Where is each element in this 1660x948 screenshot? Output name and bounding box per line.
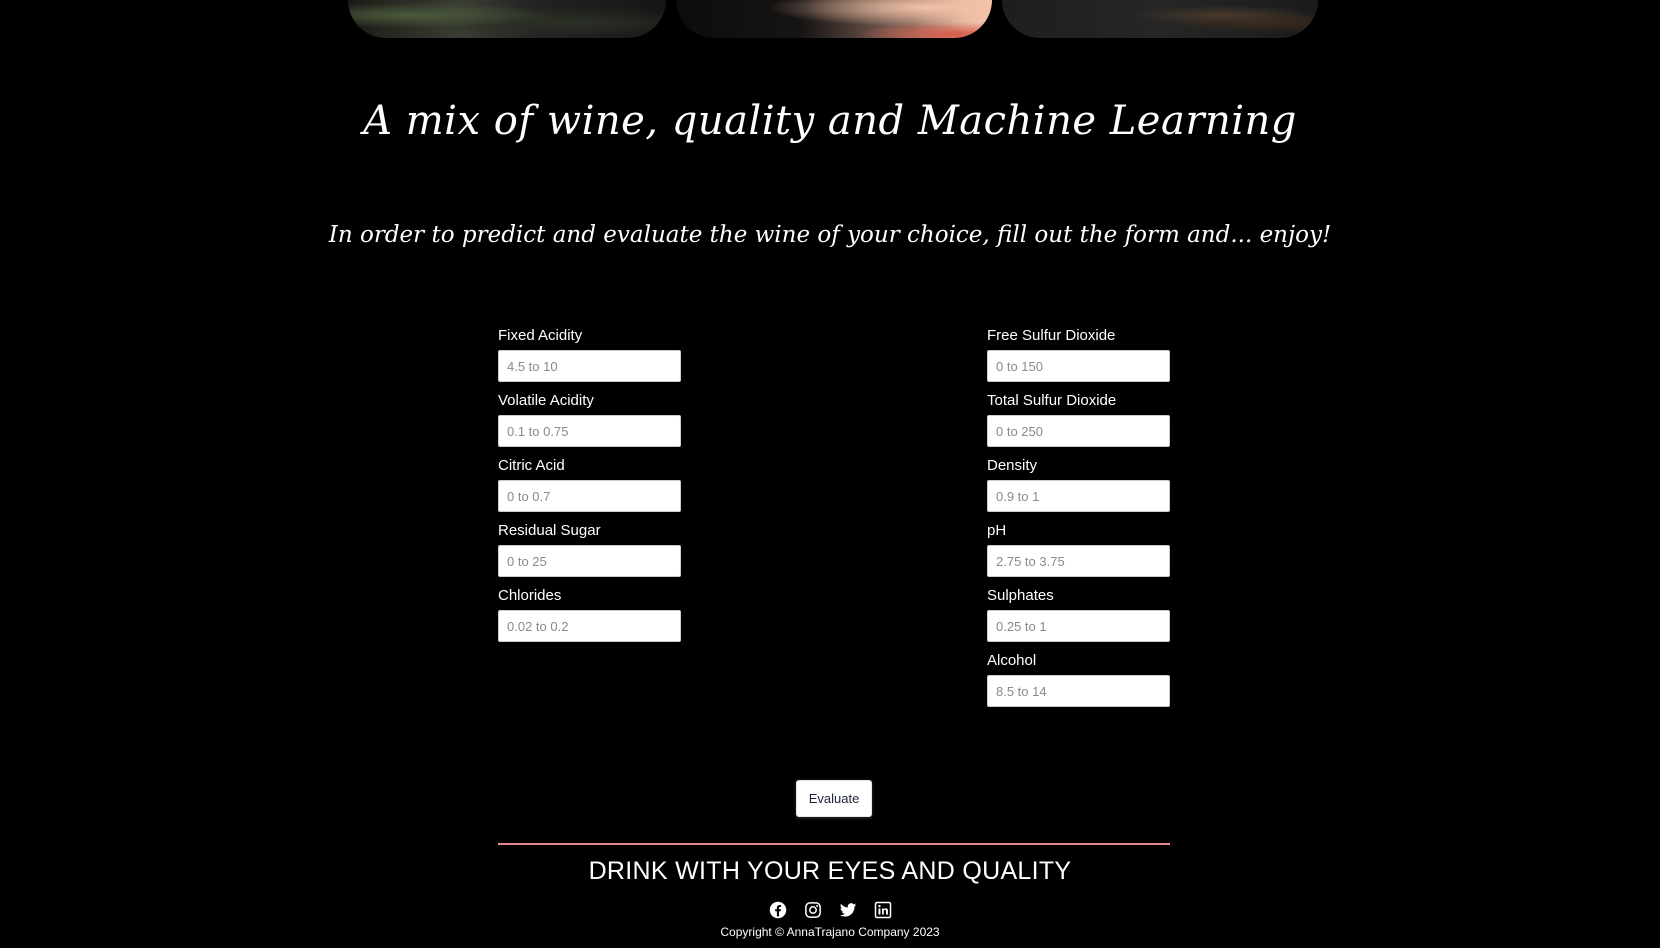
sulphates-input[interactable] [987,610,1170,642]
form-column-right: Free Sulfur Dioxide Total Sulfur Dioxide… [987,326,1171,716]
volatile-acidity-input[interactable] [498,415,681,447]
copyright-text: Copyright © AnnaTrajano Company 2023 [720,925,940,939]
field-chlorides: Chlorides [498,586,682,651]
field-residual-sugar: Residual Sugar [498,521,682,586]
field-fixed-acidity: Fixed Acidity [498,326,682,391]
field-label: Fixed Acidity [498,327,583,344]
field-label: Density [987,457,1038,474]
field-sulphates: Sulphates [987,586,1171,651]
footer-slogan: DRINK WITH YOUR EYES AND QUALITY [588,857,1072,885]
field-label: Citric Acid [498,457,565,474]
facebook-icon[interactable] [769,901,787,919]
field-citric-acid: Citric Acid [498,456,682,521]
linkedin-icon[interactable] [874,901,892,919]
density-input[interactable] [987,480,1170,512]
page: A mix of wine, quality and Machine Learn… [0,0,1660,948]
social-links [0,901,1660,919]
citric-acid-input[interactable] [498,480,681,512]
field-label: Sulphates [987,587,1054,604]
field-label: Chlorides [498,587,562,604]
gallery-image [1002,0,1318,38]
page-subtitle: In order to predict and evaluate the win… [328,222,1332,248]
field-alcohol: Alcohol [987,651,1171,716]
evaluate-button[interactable]: Evaluate [796,780,872,817]
field-label: Residual Sugar [498,522,601,539]
field-free-sulfur-dioxide: Free Sulfur Dioxide [987,326,1171,391]
field-label: Total Sulfur Dioxide [987,392,1117,409]
alcohol-input[interactable] [987,675,1170,707]
gallery-image [676,0,992,38]
total-sulfur-dioxide-input[interactable] [987,415,1170,447]
field-volatile-acidity: Volatile Acidity [498,391,682,456]
field-label: Alcohol [987,652,1037,669]
wine-gallery [348,0,1318,38]
field-label: Free Sulfur Dioxide [987,327,1116,344]
footer-divider [498,843,1170,845]
page-title: A mix of wine, quality and Machine Learn… [363,98,1297,144]
fixed-acidity-input[interactable] [498,350,681,382]
instagram-icon[interactable] [804,901,822,919]
field-ph: pH [987,521,1171,586]
gallery-image [348,0,666,38]
residual-sugar-input[interactable] [498,545,681,577]
field-total-sulfur-dioxide: Total Sulfur Dioxide [987,391,1171,456]
chlorides-input[interactable] [498,610,681,642]
field-label: Volatile Acidity [498,392,594,409]
twitter-icon[interactable] [839,901,857,919]
field-density: Density [987,456,1171,521]
form-column-left: Fixed Acidity Volatile Acidity Citric Ac… [498,326,682,651]
ph-input[interactable] [987,545,1170,577]
free-sulfur-dioxide-input[interactable] [987,350,1170,382]
field-label: pH [987,522,1007,539]
